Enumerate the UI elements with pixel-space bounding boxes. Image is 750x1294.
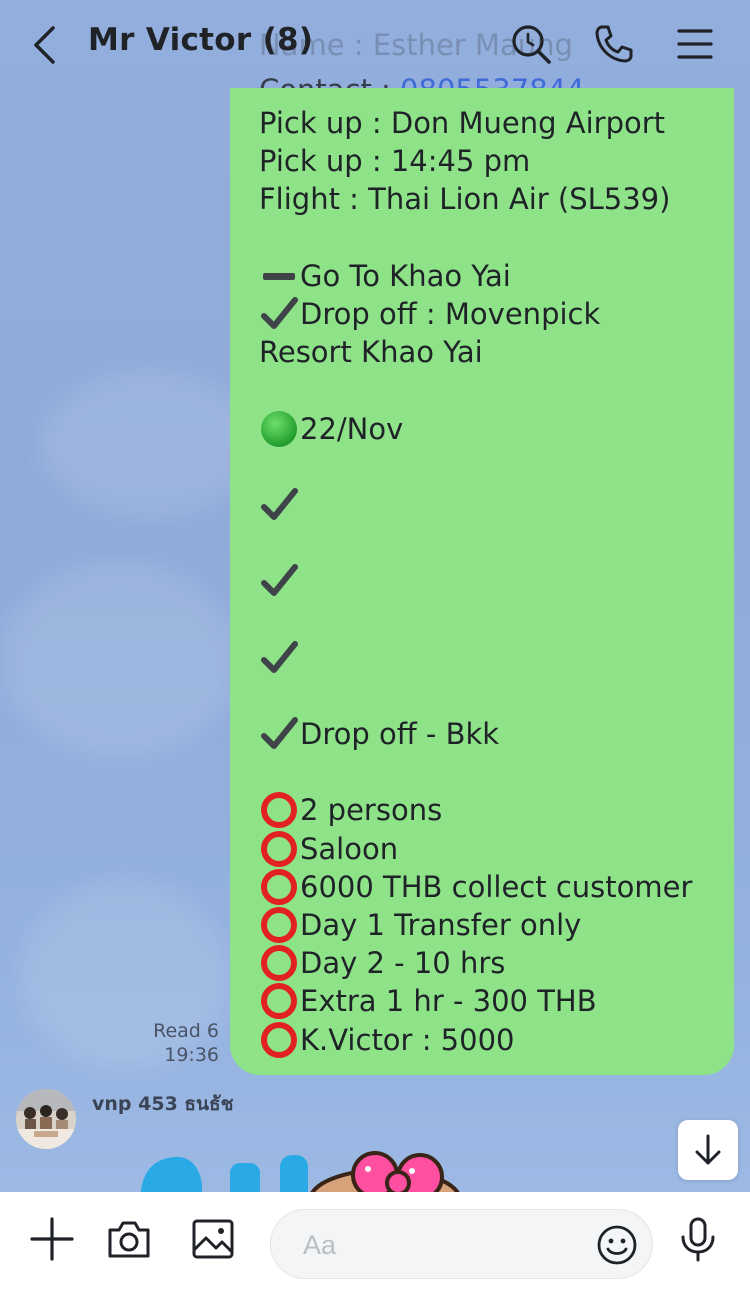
message-input[interactable] [301, 1224, 585, 1266]
message-line: Saloon [259, 830, 734, 868]
message-line-text: Go To Khao Yai [300, 258, 511, 293]
check-emoji-icon [259, 295, 300, 333]
message-line: 6000 THB collect customer [259, 868, 734, 906]
message-line [259, 639, 734, 677]
composer-bar [0, 1192, 750, 1294]
message-line-text: 6000 THB collect customer [300, 869, 693, 904]
message-line-text: Flight : Thai Lion Air (SL539) [259, 182, 671, 217]
contact-number-link[interactable]: 0805537844 [400, 73, 585, 88]
plus-icon [30, 1217, 74, 1261]
scroll-to-bottom-button[interactable] [678, 1120, 738, 1180]
chevron-left-icon [34, 26, 55, 64]
chat-title[interactable]: Mr Victor (8) [88, 22, 313, 58]
avatar-photo [16, 1089, 76, 1149]
message-line [259, 562, 734, 600]
message-line: Flight : Thai Lion Air (SL539) [259, 180, 734, 218]
image-icon [192, 1219, 234, 1259]
red-ring-emoji-icon [259, 791, 300, 829]
message-line: Day 2 - 10 hrs [259, 944, 734, 982]
message-bubble[interactable]: Pick up : Don Mueng Airport Pick up : 14:… [230, 88, 734, 1075]
red-ring-emoji-icon [259, 1021, 300, 1059]
message-line-text: Pick up : Don Mueng Airport [259, 106, 666, 140]
red-ring-emoji-icon [259, 830, 300, 868]
contact-label: Contact : [259, 73, 400, 88]
green-circle-emoji-icon [259, 410, 300, 448]
message-line [259, 371, 734, 409]
message-line: Drop off - Bkk [259, 715, 734, 753]
back-button[interactable] [22, 20, 66, 70]
contact-line: Contact : 0805537844 [259, 73, 585, 88]
message-line: Pick up : Don Mueng Airport [259, 104, 734, 142]
message-line-text: Drop off : Movenpick [300, 296, 601, 331]
message-line [259, 524, 734, 562]
voice-button[interactable] [673, 1214, 723, 1264]
message-line-text: Day 2 - 10 hrs [300, 946, 506, 981]
arrow-down-icon [695, 1134, 721, 1165]
message-line-text: 22/Nov [300, 411, 404, 446]
avatar[interactable] [16, 1089, 76, 1149]
message-line [259, 600, 734, 638]
message-line-text: Day 1 Transfer only [300, 907, 582, 942]
message-line: 2 persons [259, 791, 734, 829]
emoji-button[interactable] [596, 1224, 638, 1266]
background-cloud [0, 560, 240, 760]
message-line [259, 448, 734, 486]
sticker-preview[interactable] [130, 1145, 470, 1195]
red-ring-emoji-icon [259, 906, 300, 944]
image-button[interactable] [188, 1214, 238, 1264]
menu-icon [677, 29, 713, 59]
message-bubble-top-clip: Contact : 0805537844 [230, 60, 734, 88]
message-line [259, 486, 734, 524]
message-line: Resort Khao Yai [259, 333, 734, 371]
sticker-image [140, 1151, 462, 1195]
message-line: Extra 1 hr - 300 THB [259, 982, 734, 1020]
message-line-text: Pick up : 14:45 pm [259, 144, 531, 179]
message-time: 19:36 [164, 1044, 219, 1066]
camera-button[interactable] [104, 1214, 154, 1264]
background-cloud [40, 370, 260, 520]
message-line: Pick up : 14:45 pm [259, 142, 734, 180]
message-line-text: Saloon [300, 831, 399, 866]
minus-emoji-icon [259, 257, 300, 295]
message-line [259, 677, 734, 715]
message-line-text: Resort Khao Yai [259, 335, 483, 370]
message-line [259, 753, 734, 791]
message-input-box[interactable] [270, 1209, 653, 1279]
message-line: Day 1 Transfer only [259, 906, 734, 944]
microphone-icon [681, 1217, 715, 1262]
red-ring-emoji-icon [259, 868, 300, 906]
red-ring-emoji-icon [259, 944, 300, 982]
message-line [259, 219, 734, 257]
emoji-icon [597, 1225, 637, 1265]
check-emoji-icon [259, 715, 300, 753]
message-line: Drop off : Movenpick [259, 295, 734, 333]
message-line: K.Victor : 5000 [259, 1021, 734, 1059]
message-line-text: Drop off - Bkk [300, 717, 500, 751]
camera-icon [108, 1221, 150, 1258]
check-emoji-icon [259, 639, 300, 677]
red-ring-emoji-icon [259, 982, 300, 1020]
check-emoji-icon [259, 486, 300, 524]
message-line-text: K.Victor : 5000 [300, 1022, 515, 1057]
message-line-text: 2 persons [300, 793, 443, 828]
check-emoji-icon [259, 562, 300, 600]
message-meta: Read 6 19:36 [153, 1019, 219, 1067]
add-button[interactable] [27, 1214, 77, 1264]
message-line-text: Extra 1 hr - 300 THB [300, 984, 597, 1019]
read-status: Read 6 [153, 1020, 219, 1042]
phone-icon [595, 25, 633, 63]
sender-name: vnp 453 ธนธัช [92, 1093, 234, 1115]
message-line: 22/Nov [259, 410, 734, 448]
message-line: Go To Khao Yai [259, 257, 734, 295]
